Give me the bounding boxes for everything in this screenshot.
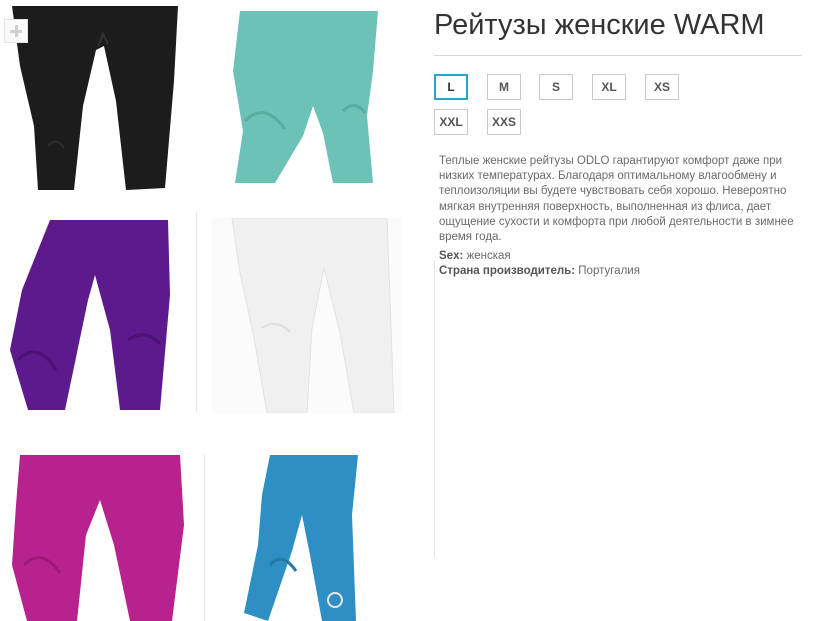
gallery-divider [204, 455, 205, 621]
property-label: Страна производитель: [439, 265, 576, 277]
column-divider [434, 260, 435, 558]
size-option-xxl[interactable]: XXL [434, 109, 468, 135]
property-label: Sex: [439, 250, 464, 262]
size-option-xxs[interactable]: XXS [487, 109, 521, 135]
property-sex: Sex: женская [439, 250, 511, 262]
zoom-plus-icon[interactable] [4, 19, 28, 43]
product-image-purple[interactable] [10, 220, 185, 410]
size-option-xs[interactable]: XS [645, 74, 679, 100]
size-option-s[interactable]: S [539, 74, 573, 100]
product-image-blue[interactable] [240, 455, 405, 621]
property-value: Португалия [578, 265, 640, 277]
product-image-magenta[interactable] [2, 455, 190, 621]
product-gallery [0, 0, 435, 621]
property-country: Страна производитель: Португалия [439, 265, 640, 277]
product-image-turquoise[interactable] [215, 11, 380, 183]
title-divider [434, 55, 802, 56]
product-image-black[interactable] [8, 6, 178, 191]
product-title: Рейтузы женские WARM [434, 9, 765, 41]
size-option-xl[interactable]: XL [592, 74, 626, 100]
property-value: женская [466, 250, 511, 262]
product-description: Теплые женские рейтузы ODLO гарантируют … [439, 155, 794, 244]
product-image-white[interactable] [212, 218, 402, 413]
size-option-l[interactable]: L [434, 74, 468, 100]
size-option-m[interactable]: M [487, 74, 521, 100]
gallery-divider [196, 212, 197, 412]
